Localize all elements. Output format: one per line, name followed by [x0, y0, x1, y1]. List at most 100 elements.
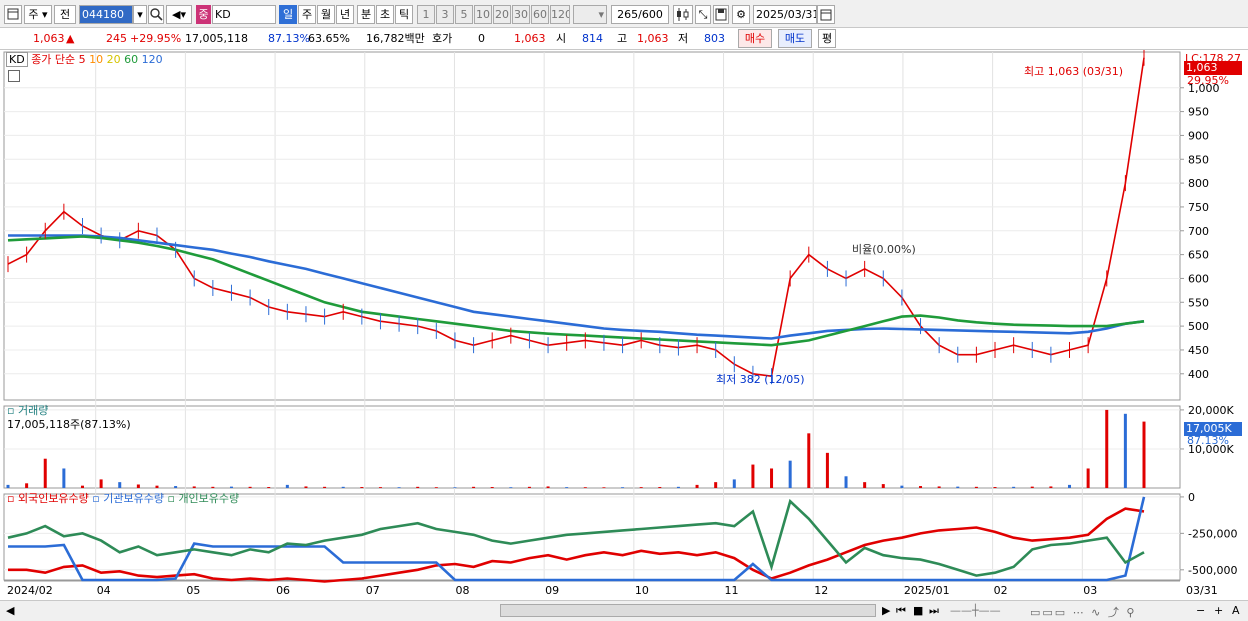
interval-3[interactable]: 3	[436, 5, 454, 24]
volume-bar	[919, 486, 923, 488]
chart-scrollbar[interactable]: ◀ ▶ ⏮ ■ ⏭ ——┼—— ▭▭▭ ⋯ ∿ ⤴ ⚲ − + A	[0, 600, 1248, 621]
interval-60[interactable]: 60	[531, 5, 549, 24]
interval-10[interactable]: 10	[474, 5, 492, 24]
x-tick-label: 12	[814, 584, 828, 597]
ma-60: 60	[124, 53, 139, 66]
y-tick-label: -250,000	[1188, 527, 1237, 540]
date-input[interactable]: 2025/03/31	[753, 5, 817, 24]
ratio-percent: 63.65%	[308, 32, 350, 45]
toolbar: 주 ▾ 전 044180 ▾ ◀▾ 중 KD 일 주 월 년 분 초 틱 1 3…	[0, 0, 1248, 28]
y-tick-label: 850	[1188, 153, 1209, 166]
interval-5[interactable]: 5	[455, 5, 473, 24]
tab-period-week[interactable]: 주	[298, 5, 316, 24]
save-icon[interactable]	[713, 5, 729, 24]
calendar-icon[interactable]	[817, 5, 835, 24]
volume-bar	[118, 482, 122, 488]
x-tick-label: 06	[276, 584, 290, 597]
stock-tag: 중	[196, 5, 211, 24]
volume-bar	[844, 476, 848, 488]
volume-bar	[937, 486, 941, 488]
zoom-slider-icon[interactable]: ——┼——	[950, 604, 1001, 617]
gear-icon[interactable]: ⚙	[732, 5, 750, 24]
chart-canvas[interactable]: 2024/02 04 05 06 07 08 09 10 11 12 2025/01 02 03 03/3…	[0, 50, 1248, 600]
eval-button[interactable]: 평	[818, 29, 836, 48]
tab-period-year[interactable]: 년	[336, 5, 354, 24]
grid-icon[interactable]	[8, 70, 20, 82]
sell-button[interactable]: 매도	[778, 29, 812, 48]
low-label: 저	[678, 32, 689, 45]
tab-period-minute[interactable]: 분	[357, 5, 375, 24]
volume-bar	[807, 433, 811, 488]
volume-current: 17,005,118주(87.13%)	[7, 418, 131, 431]
volume-bar	[304, 486, 308, 488]
quote-bar: 1,063 ▲ 245 +29.95% 17,005,118 87.13% 63…	[0, 28, 1248, 50]
price-legend: KD 종가 단순 5 10 20 60 120	[6, 52, 163, 67]
interval-120[interactable]: 120	[550, 5, 570, 24]
scroll-left-icon[interactable]: ◀	[6, 604, 14, 617]
quote-price: 1,063	[514, 32, 546, 45]
volume-bar	[863, 482, 867, 488]
volume-bar	[956, 486, 960, 488]
turnover-percent: 87.13%	[268, 32, 310, 45]
tools-icons[interactable]: ▭▭▭ ⋯ ∿ ⤴ ⚲	[1030, 604, 1136, 620]
tab-period-month[interactable]: 월	[317, 5, 335, 24]
ma-120: 120	[141, 53, 163, 66]
y-tick-label: 500	[1188, 320, 1209, 333]
volume-bar	[788, 460, 792, 488]
interval-20[interactable]: 20	[493, 5, 511, 24]
x-tick-label: 02	[994, 584, 1008, 597]
layout-icon[interactable]	[4, 5, 22, 24]
tab-period-day[interactable]: 일	[279, 5, 297, 24]
volume-bar	[434, 487, 438, 488]
stop-icon[interactable]: ■	[913, 604, 923, 617]
volume-bar	[583, 487, 587, 488]
volume-bar	[1086, 468, 1090, 488]
ma-5: 5	[78, 53, 86, 66]
scroll-right-icon[interactable]: ▶	[882, 604, 890, 617]
scroll-thumb[interactable]	[500, 604, 876, 617]
high-value: 1,063	[637, 32, 669, 45]
speaker-icon[interactable]: ◀▾	[166, 5, 192, 24]
volume-bar	[546, 486, 550, 488]
ma-20: 20	[106, 53, 121, 66]
volume-bar	[490, 487, 494, 488]
volume-bar	[6, 484, 10, 488]
crosshair-icon[interactable]: ⤡	[695, 5, 711, 24]
volume-bar	[527, 486, 531, 488]
volume-bar	[155, 485, 159, 488]
volume-bar	[881, 484, 885, 488]
volume-bar	[1068, 484, 1072, 488]
interval-custom-select[interactable]: ▾	[573, 5, 607, 24]
volume-bar	[323, 486, 327, 488]
font-icon[interactable]: A	[1232, 604, 1240, 617]
volume-bar	[621, 487, 625, 488]
buy-button[interactable]: 매수	[738, 29, 772, 48]
chart-area[interactable]: 2024/02 04 05 06 07 08 09 10 11 12 2025/01 02 03 03/3…	[0, 50, 1248, 621]
volume-bar	[453, 487, 457, 488]
forward-icon[interactable]: ⏭	[929, 604, 939, 618]
x-tick-label: 2024/02	[7, 584, 53, 597]
y-tick-label: 750	[1188, 201, 1209, 214]
low-value: 803	[704, 32, 725, 45]
volume-bar	[751, 464, 755, 488]
count-input[interactable]: 265/600	[611, 5, 669, 24]
x-tick-label: 2025/01	[904, 584, 950, 597]
chevron-down-icon[interactable]: ▾	[133, 5, 147, 24]
search-icon[interactable]	[148, 5, 164, 24]
interval-30[interactable]: 30	[512, 5, 530, 24]
y-tick-label: 800	[1188, 177, 1209, 190]
mode-select[interactable]: 주 ▾	[24, 5, 52, 24]
tab-period-second[interactable]: 초	[376, 5, 394, 24]
interval-1[interactable]: 1	[417, 5, 435, 24]
tab-period-tick[interactable]: 틱	[395, 5, 413, 24]
volume-value: 17,005,118	[185, 32, 248, 45]
stock-name-field[interactable]: KD	[212, 5, 276, 24]
y-tick-label: -500,000	[1188, 564, 1237, 577]
volume-bar	[25, 483, 29, 488]
stock-code-input[interactable]: 044180	[79, 5, 133, 24]
zoom-in-icon[interactable]: +	[1214, 604, 1223, 617]
rewind-icon[interactable]: ⏮	[896, 604, 906, 618]
zoom-out-icon[interactable]: −	[1196, 604, 1205, 617]
prev-button[interactable]: 전	[54, 5, 76, 24]
candle-icon[interactable]	[673, 5, 693, 24]
